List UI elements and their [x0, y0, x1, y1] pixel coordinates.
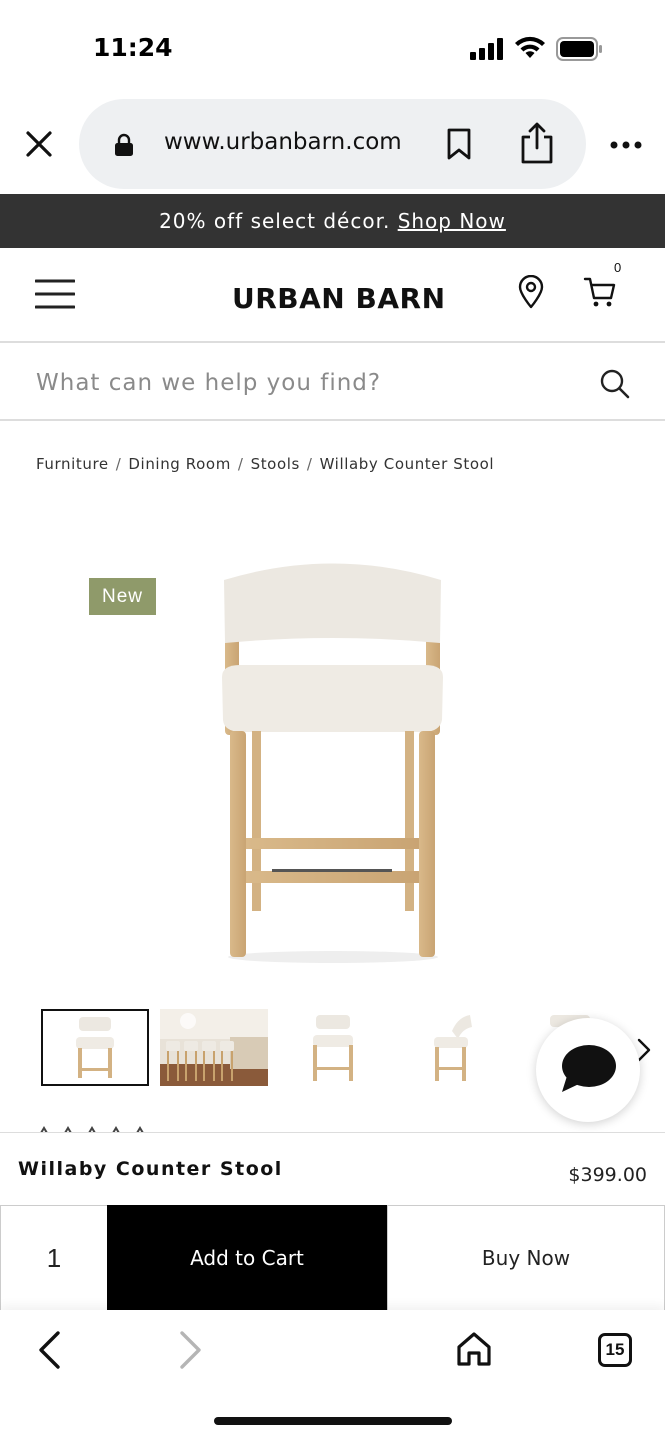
forward-arrow-icon[interactable] — [176, 1330, 204, 1370]
add-to-cart-button[interactable]: Add to Cart — [107, 1205, 387, 1311]
hamburger-menu-icon[interactable] — [35, 278, 75, 310]
new-badge: New — [89, 578, 156, 615]
breadcrumb-separator: / — [115, 455, 122, 473]
cellular-signal-icon — [470, 38, 503, 60]
breadcrumb-separator: / — [306, 455, 313, 473]
home-indicator — [214, 1417, 452, 1425]
cart-count-badge: 0 — [614, 260, 622, 275]
battery-icon — [556, 37, 602, 61]
breadcrumb-furniture[interactable]: Furniture — [36, 455, 109, 473]
browser-toolbar: www.urbanbarn.com — [0, 97, 665, 192]
wifi-icon — [515, 36, 545, 58]
product-name: Willaby Counter Stool — [18, 1158, 283, 1180]
more-options-icon[interactable] — [609, 140, 643, 150]
home-icon[interactable] — [455, 1330, 493, 1368]
store-locator-icon[interactable] — [518, 275, 544, 309]
breadcrumb-separator: / — [237, 455, 244, 473]
breadcrumb: Furniture / Dining Room / Stools / Willaby Cou… — [36, 455, 494, 473]
cart-icon[interactable] — [583, 276, 617, 308]
breadcrumb-stools[interactable]: Stools — [251, 455, 300, 473]
site-header: URBAN BARN 0 — [0, 248, 665, 343]
close-icon[interactable] — [25, 130, 53, 158]
chat-bubble-icon — [562, 1045, 616, 1092]
tabs-button[interactable]: 15 — [598, 1333, 632, 1367]
buy-now-button[interactable]: Buy Now — [387, 1205, 665, 1311]
shop-now-link[interactable]: Shop Now — [398, 209, 506, 233]
url-text[interactable]: www.urbanbarn.com — [164, 129, 402, 155]
chat-button[interactable] — [536, 1018, 640, 1122]
lock-icon — [115, 133, 133, 156]
share-icon[interactable] — [519, 121, 555, 165]
search-input[interactable] — [36, 363, 576, 403]
search-icon[interactable] — [600, 369, 630, 399]
status-time: 11:24 — [93, 33, 173, 62]
thumbnail-3[interactable] — [280, 1009, 388, 1086]
breadcrumb-dining-room[interactable]: Dining Room — [128, 455, 231, 473]
status-bar: 11:24 — [0, 0, 665, 95]
thumbnail-1-selected[interactable] — [41, 1009, 149, 1086]
thumbnail-2-lifestyle[interactable] — [160, 1009, 268, 1086]
search-bar — [0, 345, 665, 421]
breadcrumb-current: Willaby Counter Stool — [319, 455, 495, 473]
thumbnail-4[interactable] — [400, 1009, 508, 1086]
promo-banner: 20% off select décor. Shop Now — [0, 194, 665, 248]
back-arrow-icon[interactable] — [36, 1330, 64, 1370]
promo-text: 20% off select décor. — [159, 209, 391, 233]
bookmark-icon[interactable] — [446, 128, 472, 160]
product-image-stool[interactable] — [200, 545, 465, 970]
urban-barn-logo[interactable]: URBAN BARN — [232, 282, 446, 315]
quantity-input[interactable]: 1 — [0, 1205, 107, 1311]
product-price: $399.00 — [568, 1164, 647, 1186]
sticky-purchase-bar: Willaby Counter Stool $399.00 1 Add to C… — [0, 1132, 665, 1311]
